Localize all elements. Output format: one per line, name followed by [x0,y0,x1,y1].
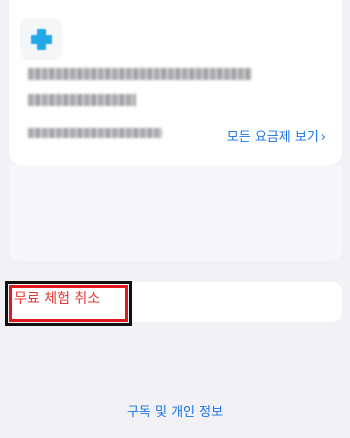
see-all-plans-label: 모든 요금제 보기 [226,130,319,145]
subscription-privacy-link[interactable]: 구독 및 개인 정보 [0,404,350,422]
cancel-trial-button[interactable]: 무료 체험 취소 [14,290,100,308]
redacted-subscription-title [28,68,252,80]
app-plus-icon [20,18,62,60]
redacted-subscription-title-line2 [28,94,136,106]
redacted-subscription-detail [28,128,162,138]
see-all-plans-link[interactable]: 모든 요금제 보기 › [227,130,326,146]
chevron-right-icon: › [320,130,326,145]
subscription-card-footer [9,165,342,261]
